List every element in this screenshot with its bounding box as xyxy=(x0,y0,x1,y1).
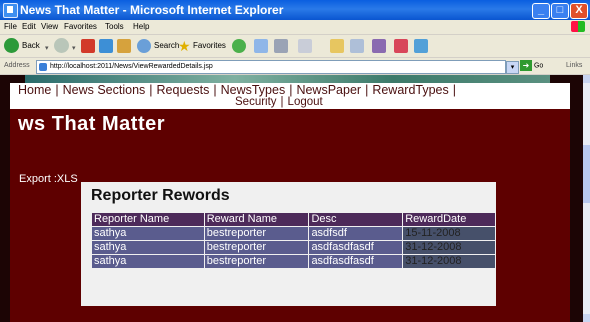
nav-security[interactable]: Security xyxy=(235,96,277,108)
back-arrow-icon[interactable] xyxy=(4,38,19,53)
nav-separator: | xyxy=(149,83,153,97)
cell-reward-name: bestreporter xyxy=(204,227,309,240)
menu-edit[interactable]: Edit xyxy=(22,20,36,34)
search-button-label[interactable]: Search xyxy=(154,38,179,54)
back-button-label[interactable]: Back xyxy=(22,38,40,54)
links-label[interactable]: Links xyxy=(566,58,582,74)
favorites-button-label[interactable]: Favorites xyxy=(193,38,226,54)
column-header-reward-date: RewardDate xyxy=(403,213,495,226)
vertical-scrollbar[interactable] xyxy=(583,75,590,322)
refresh-icon[interactable] xyxy=(99,39,113,53)
toolbar: Back ▾ ▾ Search ★ Favorites xyxy=(0,35,590,58)
nav-separator: | xyxy=(365,83,369,97)
back-dropdown-icon[interactable]: ▾ xyxy=(45,38,49,60)
page-content: ws That Matter Export :XLS Reporter Rewo… xyxy=(10,109,570,322)
scroll-up-icon[interactable] xyxy=(583,75,590,83)
menu-tools[interactable]: Tools xyxy=(105,20,124,34)
edit-icon[interactable] xyxy=(298,39,312,53)
go-button-label[interactable]: Go xyxy=(534,62,543,69)
go-button[interactable]: ➜ Go xyxy=(520,60,543,72)
export-xls-link[interactable]: XLS xyxy=(57,173,78,185)
cell-reward-date: 31-12-2008 xyxy=(403,241,495,254)
banner-image xyxy=(25,75,550,83)
cell-reporter-name: sathya xyxy=(92,227,204,240)
close-button[interactable]: X xyxy=(570,3,588,19)
site-title: ws That Matter xyxy=(18,113,166,135)
scroll-down-icon[interactable] xyxy=(583,314,590,322)
menu-help[interactable]: Help xyxy=(133,20,149,34)
messenger-icon[interactable] xyxy=(350,39,364,53)
nav-rewardtypes[interactable]: RewardTypes xyxy=(372,83,448,97)
title-bar: News That Matter - Microsoft Internet Ex… xyxy=(0,0,590,20)
table-row: sathya bestreporter asdfsdf 15-11-2008 xyxy=(92,227,495,240)
column-header-reward-name: Reward Name xyxy=(204,213,309,226)
nav-separator: | xyxy=(452,83,457,97)
folder-icon[interactable] xyxy=(330,39,344,53)
cell-reward-name: bestreporter xyxy=(204,255,309,268)
connect-icon[interactable] xyxy=(414,39,428,53)
minimize-button[interactable]: _ xyxy=(532,3,550,19)
cell-desc: asdfsdf xyxy=(309,227,403,240)
nav-separator: | xyxy=(280,96,284,108)
flag-icon[interactable] xyxy=(394,39,408,53)
table-row: sathya bestreporter asdfasdfasdf 31-12-2… xyxy=(92,255,495,268)
column-header-reporter-name: Reporter Name xyxy=(92,213,204,226)
nav-news-sections[interactable]: News Sections xyxy=(63,83,146,97)
print-icon[interactable] xyxy=(274,39,288,53)
favorites-star-icon[interactable]: ★ xyxy=(178,38,191,54)
forward-dropdown-icon[interactable]: ▾ xyxy=(72,38,76,60)
research-icon[interactable] xyxy=(372,39,386,53)
address-input[interactable]: http://localhost:2011/News/ViewRewardedD… xyxy=(36,60,506,74)
windows-logo-icon xyxy=(571,21,585,32)
page-viewport: Home | News Sections | Requests | NewsTypes | Ne… xyxy=(0,75,583,322)
rewards-table: Reporter Name Reward Name Desc RewardDat… xyxy=(91,212,496,269)
cell-reward-name: bestreporter xyxy=(204,241,309,254)
nav-newspaper[interactable]: NewsPaper xyxy=(296,83,361,97)
export-row: Export :XLS xyxy=(19,173,78,185)
go-arrow-icon[interactable]: ➜ xyxy=(520,60,532,71)
nav-newstypes[interactable]: NewsTypes xyxy=(221,83,286,97)
site-nav: Home | News Sections | Requests | NewsTypes | Ne… xyxy=(10,83,570,109)
menu-view[interactable]: View xyxy=(41,20,58,34)
cell-reward-date: 31-12-2008 xyxy=(403,255,495,268)
address-label: Address xyxy=(4,62,30,69)
cell-reward-date: 15-11-2008 xyxy=(403,227,495,240)
address-dropdown-icon[interactable]: ▾ xyxy=(506,61,519,74)
nav-logout[interactable]: Logout xyxy=(288,96,323,108)
site-nav-row-1: Home | News Sections | Requests | NewsTypes | Ne… xyxy=(18,83,460,97)
table-row: sathya bestreporter asdfasdfasdf 31-12-2… xyxy=(92,241,495,254)
home-icon[interactable] xyxy=(117,39,131,53)
table-header-row: Reporter Name Reward Name Desc RewardDat… xyxy=(92,213,495,226)
rewards-title: Reporter Rewords xyxy=(91,187,230,204)
menu-bar: File Edit View Favorites Tools Help xyxy=(0,20,590,35)
nav-separator: | xyxy=(213,83,217,97)
site-nav-row-2: Security | Logout xyxy=(235,96,323,109)
cell-reporter-name: sathya xyxy=(92,241,204,254)
address-url[interactable]: http://localhost:2011/News/ViewRewardedD… xyxy=(50,61,213,73)
cell-desc: asdfasdfasdf xyxy=(309,255,403,268)
maximize-button[interactable]: □ xyxy=(551,3,569,19)
scrollbar-thumb[interactable] xyxy=(583,145,590,203)
cell-desc: asdfasdfasdf xyxy=(309,241,403,254)
search-icon[interactable] xyxy=(137,39,151,53)
menu-file[interactable]: File xyxy=(4,20,17,34)
nav-home[interactable]: Home xyxy=(18,83,51,97)
column-header-desc: Desc xyxy=(309,213,403,226)
cell-reporter-name: sathya xyxy=(92,255,204,268)
window-title: News That Matter - Microsoft Internet Ex… xyxy=(20,3,284,17)
page-icon xyxy=(39,63,47,71)
nav-separator: | xyxy=(289,83,293,97)
history-icon[interactable] xyxy=(232,39,246,53)
export-label: Export : xyxy=(19,173,57,185)
menu-favorites[interactable]: Favorites xyxy=(64,20,97,34)
ie-icon xyxy=(3,3,18,18)
forward-arrow-icon[interactable] xyxy=(54,38,69,53)
stop-icon[interactable] xyxy=(81,39,95,53)
nav-requests[interactable]: Requests xyxy=(157,83,210,97)
address-bar: Address http://localhost:2011/News/ViewR… xyxy=(0,58,590,75)
rewards-panel: Reporter Rewords Reporter Name Reward Na… xyxy=(81,182,496,306)
mail-icon[interactable] xyxy=(254,39,268,53)
nav-separator: | xyxy=(55,83,59,97)
